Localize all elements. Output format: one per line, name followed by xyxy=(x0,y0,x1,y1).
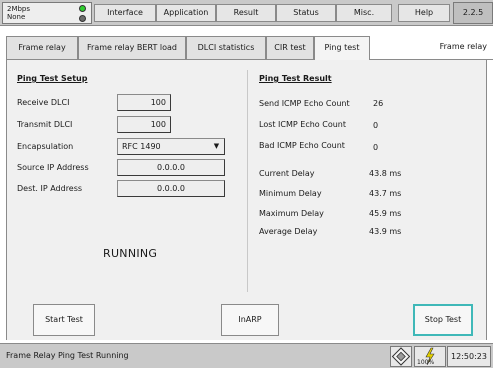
ping-test-panel: Ping Test Setup Receive DLCI 100 Transmi… xyxy=(6,60,487,340)
maximum-delay-label: Maximum Delay xyxy=(259,209,324,218)
lost-echo-count-value: 0 xyxy=(373,121,379,130)
source-ip-field[interactable]: 0.0.0.0 xyxy=(117,159,225,176)
clock: 12:50:23 xyxy=(447,346,491,367)
tab-status[interactable]: Status xyxy=(276,4,336,22)
version-label: 2.2.5 xyxy=(453,2,493,24)
network-icon[interactable] xyxy=(390,346,412,367)
send-echo-count-label: Send ICMP Echo Count xyxy=(259,99,350,108)
receive-dlci-field[interactable]: 100 xyxy=(117,94,171,111)
encapsulation-value: RFC 1490 xyxy=(122,142,161,151)
receive-dlci-label: Receive DLCI xyxy=(17,98,70,107)
bad-echo-count-value: 0 xyxy=(373,143,379,152)
dropdown-arrow-icon[interactable]: ▼ xyxy=(211,141,222,152)
encapsulation-label: Encapsulation xyxy=(17,142,74,151)
battery-charging-icon: 100% xyxy=(414,346,446,367)
line-rate: 2Mbps xyxy=(7,5,31,13)
transmit-dlci-label: Transmit DLCI xyxy=(17,120,73,129)
status-led-green-icon xyxy=(79,5,86,12)
stop-test-button[interactable]: Stop Test xyxy=(413,304,473,336)
minimum-delay-label: Minimum Delay xyxy=(259,189,322,198)
line-status-box: 2Mbps None xyxy=(2,2,92,24)
bad-echo-count-label: Bad ICMP Echo Count xyxy=(259,141,345,150)
status-led-gray-icon xyxy=(79,15,86,22)
subtab-ping-test[interactable]: Ping test xyxy=(314,36,370,61)
subtab-cir-test[interactable]: CIR test xyxy=(266,36,314,60)
inarp-button[interactable]: InARP xyxy=(221,304,279,336)
setup-title: Ping Test Setup xyxy=(17,74,88,83)
test-state-text: RUNNING xyxy=(103,247,158,260)
subtab-section-title: Frame relay xyxy=(439,42,487,51)
dest-ip-field[interactable]: 0.0.0.0 xyxy=(117,180,225,197)
source-ip-label: Source IP Address xyxy=(17,163,89,172)
minimum-delay-value: 43.7 ms xyxy=(369,189,402,198)
result-title: Ping Test Result xyxy=(259,74,332,83)
dest-ip-label: Dest. IP Address xyxy=(17,184,83,193)
status-message: Frame Relay Ping Test Running xyxy=(6,351,129,360)
tab-interface[interactable]: Interface xyxy=(94,4,156,22)
subtab-dlci-statistics[interactable]: DLCI statistics xyxy=(186,36,266,60)
lost-echo-count-label: Lost ICMP Echo Count xyxy=(259,120,346,129)
average-delay-label: Average Delay xyxy=(259,227,318,236)
tab-help[interactable]: Help xyxy=(398,4,450,22)
encapsulation-select[interactable]: RFC 1490 ▼ xyxy=(117,138,225,155)
current-delay-label: Current Delay xyxy=(259,169,315,178)
top-bar: 2Mbps None Interface Application Result … xyxy=(0,0,493,26)
maximum-delay-value: 45.9 ms xyxy=(369,209,402,218)
subtab-frame-relay-bert-load[interactable]: Frame relay BERT load xyxy=(78,36,186,60)
line-signal: None xyxy=(7,13,26,21)
tab-misc[interactable]: Misc. xyxy=(336,4,392,22)
tab-result[interactable]: Result xyxy=(216,4,276,22)
send-echo-count-value: 26 xyxy=(373,99,384,108)
average-delay-value: 43.9 ms xyxy=(369,227,402,236)
subtab-frame-relay[interactable]: Frame relay xyxy=(6,36,78,60)
panel-divider xyxy=(247,70,248,292)
tab-application[interactable]: Application xyxy=(156,4,216,22)
start-test-button[interactable]: Start Test xyxy=(33,304,95,336)
transmit-dlci-field[interactable]: 100 xyxy=(117,116,171,133)
battery-level: 100% xyxy=(417,359,435,366)
sub-tab-bar: Frame relay Frame relay BERT load DLCI s… xyxy=(0,32,493,61)
status-bar: Frame Relay Ping Test Running 100% 12:50… xyxy=(0,343,493,368)
current-delay-value: 43.8 ms xyxy=(369,169,402,178)
